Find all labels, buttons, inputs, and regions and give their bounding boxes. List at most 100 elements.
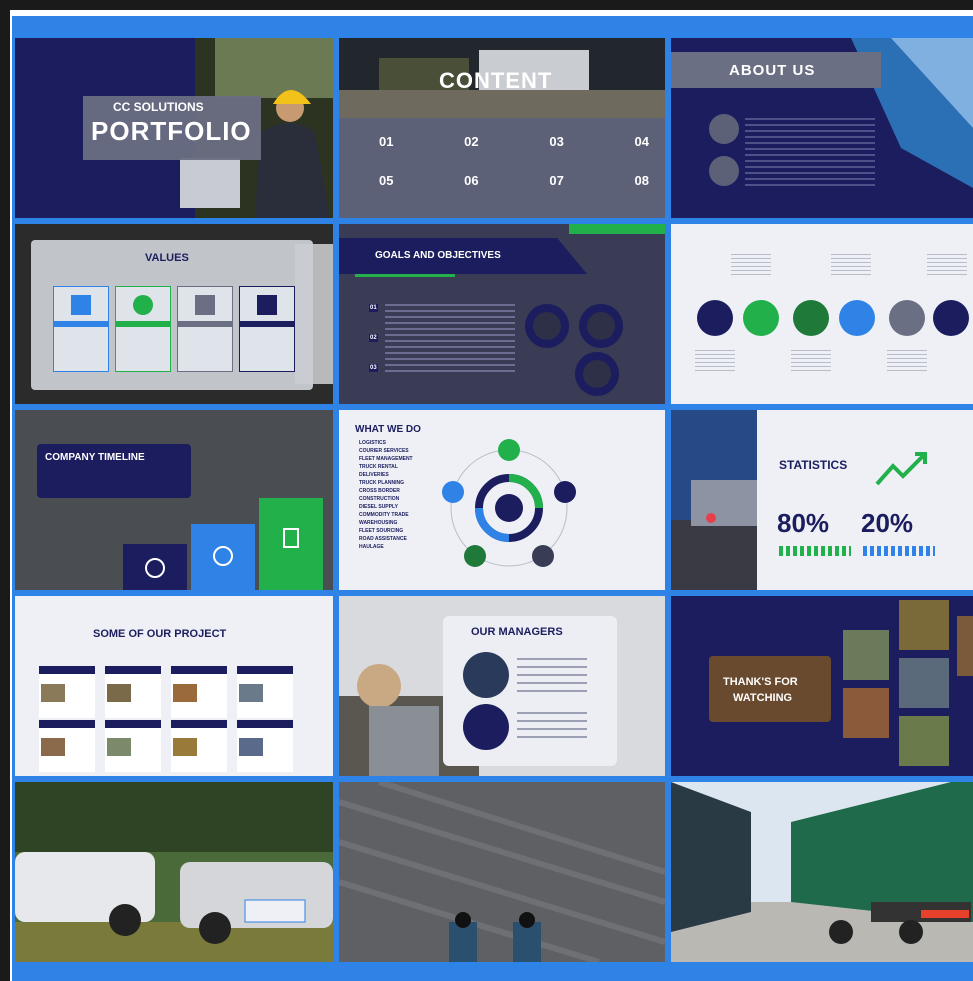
- content-item-number: 05: [379, 173, 394, 188]
- slide-vehicles-photo[interactable]: [15, 782, 333, 962]
- project-card: [171, 666, 227, 718]
- gallery-photo: [843, 630, 889, 680]
- content-item-number: 04: [634, 134, 649, 149]
- managers-title: OUR MANAGERS: [471, 626, 563, 638]
- cover-title: PORTFOLIO: [91, 116, 252, 146]
- value-icon: [195, 295, 215, 315]
- brand-name: CC SOLUTIONS: [113, 100, 204, 114]
- project-card: [171, 720, 227, 772]
- slide-about[interactable]: ABOUT US: [671, 38, 973, 218]
- slide-cover[interactable]: CC SOLUTIONS PORTFOLIO: [15, 38, 333, 218]
- stage-text-lines: [927, 254, 967, 278]
- statistic-primary: 80%: [777, 508, 830, 538]
- value-icon: [257, 295, 277, 315]
- stage-text-lines: [695, 350, 735, 374]
- gallery-photo: [957, 616, 973, 676]
- gallery-photo: [899, 600, 949, 650]
- project-thumb: [107, 684, 131, 702]
- team-icon: [709, 114, 739, 144]
- stage-text-lines: [731, 254, 771, 278]
- trend-up-icon: [875, 452, 927, 486]
- thanks-line-1: THANK'S FOR: [723, 676, 798, 688]
- content-item-number: 03: [549, 134, 564, 149]
- value-card: [115, 286, 171, 372]
- timeline-title: COMPANY TIMELINE: [45, 452, 145, 463]
- slide-trucks-photo[interactable]: [671, 782, 973, 962]
- slide-managers[interactable]: OUR MANAGERS: [339, 596, 665, 776]
- goal-icon: [579, 304, 623, 348]
- project-thumb: [173, 684, 197, 702]
- value-card: [239, 286, 295, 372]
- about-title: ABOUT US: [729, 62, 816, 79]
- slide-timeline[interactable]: COMPANY TIMELINE: [15, 410, 333, 590]
- people-icons-blue: [863, 546, 935, 556]
- timeline-bar: [259, 498, 323, 590]
- content-item-number: 01: [379, 134, 394, 149]
- content-index: 01 02 03 04 05 06 07 08: [379, 134, 649, 188]
- goals-text-lines: [385, 304, 515, 376]
- goal-number: 01: [369, 304, 378, 312]
- timeline-bar: [191, 524, 255, 590]
- content-item-number: 02: [464, 134, 479, 149]
- night-truck-photo: [671, 410, 757, 590]
- slide-thanks[interactable]: THANK'S FOR WATCHING: [671, 596, 973, 776]
- stage-text-lines: [887, 350, 927, 374]
- slide-values[interactable]: VALUES: [15, 224, 333, 404]
- slide-stages[interactable]: [671, 224, 973, 404]
- content-item-number: 07: [549, 173, 564, 188]
- stage-icon: [793, 300, 829, 336]
- clock-icon: [145, 558, 165, 578]
- manager-avatar: [463, 652, 509, 698]
- goal-number: 03: [369, 364, 378, 372]
- people-icons-green: [779, 546, 851, 556]
- tyre-texture-photo: [339, 782, 665, 962]
- whatwedo-title: WHAT WE DO: [355, 424, 421, 435]
- gallery-photo: [899, 716, 949, 766]
- goals-underline: [355, 274, 455, 277]
- manager-contact-lines: [517, 658, 587, 694]
- project-thumb: [239, 738, 263, 756]
- clipboard-icon: [283, 528, 299, 548]
- statistics-title: STATISTICS: [779, 458, 848, 472]
- about-text-lines: [745, 118, 875, 188]
- slide-what-we-do[interactable]: WHAT WE DO LOGISTICS COURIER SERVICES FL…: [339, 410, 665, 590]
- slide-goals[interactable]: GOALS AND OBJECTIVES 01 02 03: [339, 224, 665, 404]
- slide-statistics[interactable]: STATISTICS 80% 20%: [671, 410, 973, 590]
- gallery-photo: [843, 688, 889, 738]
- value-card: [177, 286, 233, 372]
- thanks-photo-panel: [709, 656, 831, 722]
- stage-text-lines: [791, 350, 831, 374]
- project-card: [237, 720, 293, 772]
- value-card: [53, 286, 109, 372]
- project-card: [105, 666, 161, 718]
- stage-text-lines: [831, 254, 871, 278]
- goal-icon: [575, 352, 619, 396]
- value-icon: [133, 295, 153, 315]
- target-icon: [213, 546, 233, 566]
- services-wheel: [442, 439, 576, 567]
- slide-content[interactable]: CONTENT 01 02 03 04 05 06 07 08: [339, 38, 665, 218]
- slide-projects[interactable]: SOME OF OUR PROJECT: [15, 596, 333, 776]
- stage-icon: [839, 300, 875, 336]
- project-thumb: [239, 684, 263, 702]
- stage-icon: [889, 300, 925, 336]
- project-thumb: [41, 684, 65, 702]
- project-thumb: [107, 738, 131, 756]
- gallery-photo: [899, 658, 949, 708]
- project-card: [39, 720, 95, 772]
- stage-icon: [697, 300, 733, 336]
- statistic-secondary: 20%: [861, 508, 914, 538]
- manager-contact-lines: [517, 712, 587, 742]
- content-item-number: 06: [464, 173, 479, 188]
- goal-number: 02: [369, 334, 378, 342]
- portfolio-preview-frame: CC SOLUTIONS PORTFOLIO CONTENT 01 02 03 …: [10, 10, 973, 981]
- project-card: [105, 720, 161, 772]
- goals-accent: [569, 224, 665, 234]
- goal-icon: [525, 304, 569, 348]
- project-card: [237, 666, 293, 718]
- manager-avatar: [463, 704, 509, 750]
- slide-tyre-photo[interactable]: [339, 782, 665, 962]
- goals-title: GOALS AND OBJECTIVES: [375, 250, 501, 261]
- stage-icon: [933, 300, 969, 336]
- slide-grid: CC SOLUTIONS PORTFOLIO CONTENT 01 02 03 …: [12, 16, 973, 981]
